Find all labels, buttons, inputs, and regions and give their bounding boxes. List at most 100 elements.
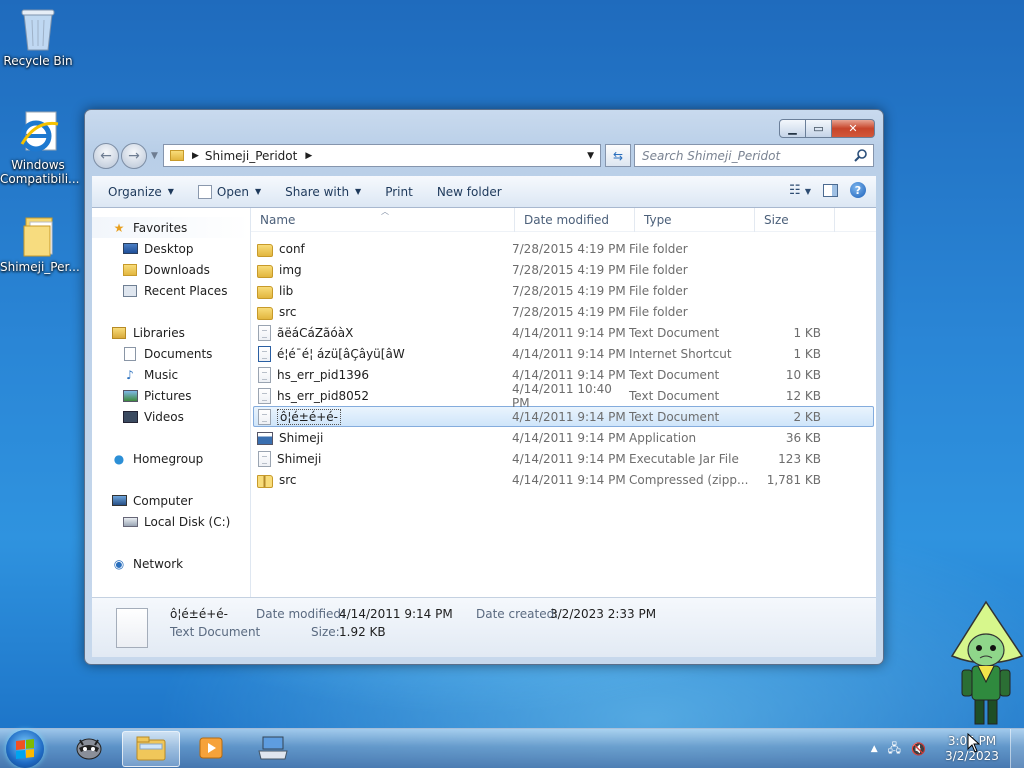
search-icon[interactable] <box>854 148 868 165</box>
shimeji-peridot-mascot[interactable] <box>948 600 1024 728</box>
maximize-icon: ▭ <box>813 122 824 135</box>
file-size: 1 KB <box>793 346 821 361</box>
table-row[interactable]: ãëáCáZãóàX 4/14/2011 9:14 PM Text Document… <box>253 322 874 343</box>
column-header-date[interactable]: Date modified <box>515 207 635 232</box>
maximize-button[interactable]: ▭ <box>806 119 832 138</box>
nav-label: Desktop <box>144 241 194 256</box>
nav-libraries[interactable]: Libraries <box>92 322 250 343</box>
table-row[interactable]: src 4/14/2011 9:14 PM Compressed (zipp... 1… <box>253 469 874 490</box>
file-name: ô¦é±é+é- <box>277 408 341 425</box>
organize-button[interactable]: Organize ▼ <box>104 180 178 204</box>
music-icon: ♪ <box>126 367 134 382</box>
text-document-icon <box>258 387 271 404</box>
table-row[interactable]: img 7/28/2015 4:19 PM File folder <box>253 259 874 280</box>
table-row[interactable]: src 7/28/2015 4:19 PM File folder <box>253 301 874 322</box>
taskbar-media-player[interactable] <box>182 731 240 767</box>
refresh-button[interactable]: ⇆ <box>605 144 631 167</box>
file-name: ãëáCáZãóàX <box>277 325 354 340</box>
breadcrumb-shimeji-peridot[interactable]: Shimeji_Peridot <box>205 149 297 163</box>
table-row[interactable]: é¦é¯é¦ ázü[âÇâyü[âW 4/14/2011 9:14 PM Inte… <box>253 343 874 364</box>
file-date: 4/14/2011 9:14 PM <box>512 367 626 382</box>
recent-pages-chevron-icon[interactable]: ▼ <box>151 151 158 161</box>
nav-computer[interactable]: Computer <box>92 490 250 511</box>
nav-label: Computer <box>133 493 193 508</box>
column-header-type[interactable]: Type <box>635 207 755 232</box>
homegroup-icon: ● <box>113 451 125 466</box>
table-row[interactable]: lib 7/28/2015 4:19 PM File folder <box>253 280 874 301</box>
file-name: conf <box>279 241 305 256</box>
refresh-icon: ⇆ <box>612 148 624 163</box>
nav-videos[interactable]: Videos <box>92 406 250 427</box>
search-box[interactable]: Search Shimeji_Peridot <box>634 144 874 167</box>
desktop-icon-windows-compatibility[interactable]: Windows Compatibili... <box>0 110 79 186</box>
nav-downloads[interactable]: Downloads <box>92 259 250 280</box>
start-button[interactable] <box>6 730 44 768</box>
details-date-modified-label: Date modified: <box>256 607 346 621</box>
change-view-icon[interactable]: ☷ ▼ <box>789 183 811 198</box>
forward-button[interactable]: → <box>121 143 147 169</box>
back-button[interactable]: ← <box>93 143 119 169</box>
taskbar-windows-explorer[interactable] <box>122 731 180 767</box>
address-dropdown-icon[interactable]: ▼ <box>587 151 594 161</box>
breadcrumb-chevron-icon[interactable]: ▶ <box>192 151 199 161</box>
nav-local-disk[interactable]: Local Disk (C:) <box>92 511 250 532</box>
table-row-selected[interactable]: ô¦é±é+é- 4/14/2011 9:14 PM Text Document 2 … <box>253 406 874 427</box>
nav-label: Local Disk (C:) <box>144 514 231 529</box>
new-folder-button[interactable]: New folder <box>433 180 506 204</box>
application-icon <box>257 432 273 445</box>
nav-network[interactable]: ◉ Network <box>92 553 250 574</box>
open-button[interactable]: Open ▼ <box>194 180 265 204</box>
table-row[interactable]: hs_err_pid8052 4/14/2011 10:40 PM Text Doc… <box>253 382 874 410</box>
search-input[interactable]: Search Shimeji_Peridot <box>642 149 780 163</box>
preview-pane-icon[interactable] <box>823 183 838 197</box>
text-document-icon <box>258 324 271 341</box>
file-name: lib <box>279 283 294 298</box>
file-name: é¦é¯é¦ ázü[âÇâyü[âW <box>277 346 405 361</box>
desktop-icon-recycle-bin[interactable]: Recycle Bin <box>0 6 76 68</box>
desktop-icon-shimeji-folder[interactable]: Shimeji_Per... <box>0 212 80 274</box>
minimize-button[interactable]: ▁ <box>779 119 806 138</box>
share-with-label: Share with <box>285 184 350 199</box>
nav-recent-places[interactable]: Recent Places <box>92 280 250 301</box>
view-controls: ☷ ▼ ? <box>789 182 866 198</box>
table-row[interactable]: Shimeji 4/14/2011 9:14 PM Application 36 KB <box>253 427 874 448</box>
folder-icon <box>135 735 167 764</box>
close-button[interactable]: ✕ <box>832 119 875 138</box>
taskbar-on-screen-keyboard[interactable] <box>244 731 302 767</box>
column-header-name[interactable]: Name ︿ <box>251 206 515 232</box>
file-name: hs_err_pid8052 <box>277 388 370 403</box>
print-button[interactable]: Print <box>381 180 417 204</box>
volume-muted-icon[interactable]: 🔇 <box>911 742 926 756</box>
help-icon[interactable]: ? <box>850 182 866 198</box>
nav-documents[interactable]: Documents <box>92 343 250 364</box>
sort-ascending-icon: ︿ <box>381 206 389 216</box>
nav-label: Recent Places <box>144 283 228 298</box>
address-bar[interactable]: ▶ Shimeji_Peridot ▶ ▼ <box>163 144 601 167</box>
nav-pictures[interactable]: Pictures <box>92 385 250 406</box>
media-player-icon <box>197 735 225 764</box>
table-row[interactable]: Shimeji 4/14/2011 9:14 PM Executable Jar F… <box>253 448 874 469</box>
file-date: 7/28/2015 4:19 PM <box>512 241 626 256</box>
desktop-icon-label: Shimeji_Per... <box>0 260 80 274</box>
file-type: Application <box>629 430 697 445</box>
file-date: 4/14/2011 10:40 PM <box>512 381 612 410</box>
internet-explorer-icon <box>18 110 59 154</box>
column-header-size[interactable]: Size <box>755 207 835 232</box>
file-name: img <box>279 262 302 277</box>
show-hidden-icons-icon[interactable]: ▲ <box>871 744 878 754</box>
file-type: Executable Jar File <box>629 451 739 466</box>
chevron-down-icon: ▼ <box>254 187 262 196</box>
share-with-button[interactable]: Share with ▼ <box>281 180 365 204</box>
nav-music[interactable]: ♪ Music <box>92 364 250 385</box>
nav-label: Libraries <box>133 325 185 340</box>
file-type: Compressed (zipp... <box>629 472 749 487</box>
nav-desktop[interactable]: Desktop <box>92 238 250 259</box>
nav-homegroup[interactable]: ● Homegroup <box>92 448 250 469</box>
nav-favorites[interactable]: ★ Favorites <box>92 217 250 238</box>
table-row[interactable]: conf 7/28/2015 4:19 PM File folder <box>253 238 874 259</box>
show-desktop-button[interactable] <box>1010 729 1024 768</box>
network-status-icon[interactable]: 🖧 <box>888 739 901 760</box>
organize-label: Organize <box>108 184 162 199</box>
taskbar-shimeji-app[interactable] <box>60 731 118 767</box>
breadcrumb-chevron-icon[interactable]: ▶ <box>305 151 312 161</box>
